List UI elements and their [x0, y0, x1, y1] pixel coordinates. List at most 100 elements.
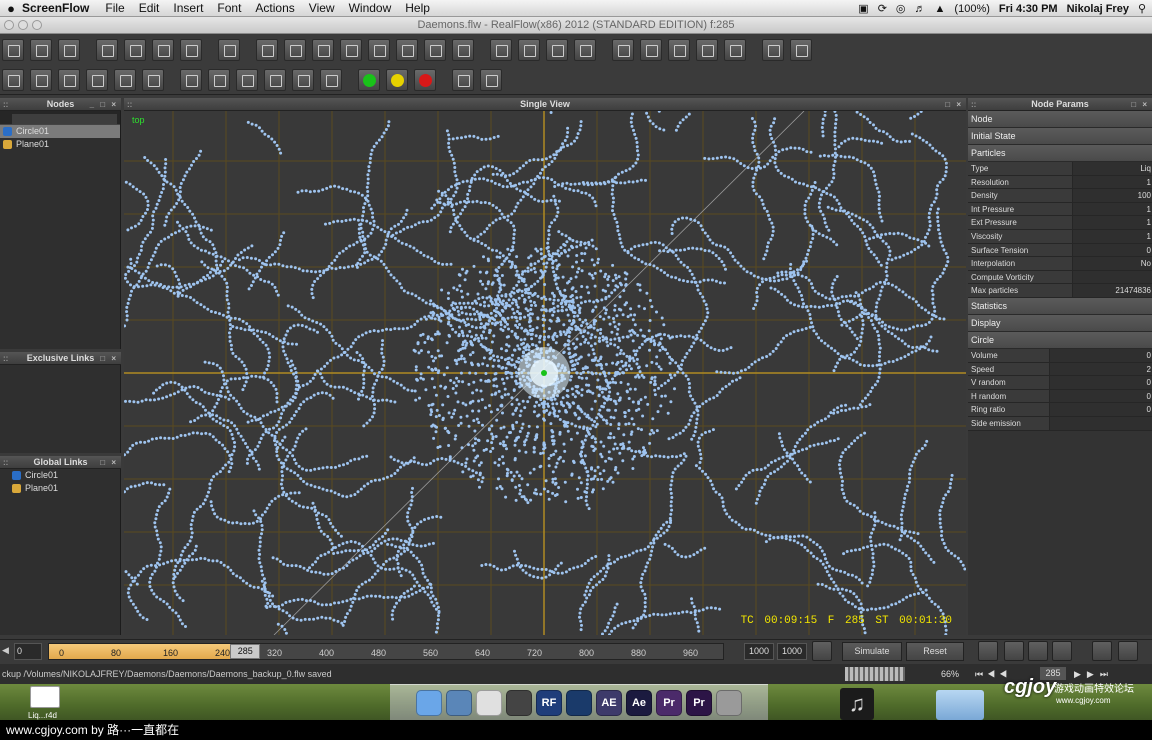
clock[interactable]: Fri 4:30 PM — [999, 3, 1058, 15]
yellow-light-icon[interactable] — [386, 68, 408, 91]
user-menu[interactable]: Nikolaj Frey — [1067, 3, 1129, 15]
particle — [213, 405, 217, 409]
menu-window[interactable]: Window — [349, 1, 392, 15]
panel-controls[interactable]: □ × — [100, 352, 118, 365]
view-box-button[interactable] — [790, 39, 812, 61]
particle — [292, 324, 296, 328]
close-window-button[interactable] — [4, 20, 14, 30]
viewport-3d[interactable]: top TC 00:09:15 F 285 ST 00:01:30 — [124, 111, 966, 635]
view-cube-button[interactable] — [762, 39, 784, 61]
camera-icon[interactable]: ▣ — [858, 2, 868, 15]
menu-help[interactable]: Help — [405, 1, 430, 15]
particle — [269, 410, 273, 414]
film-button[interactable] — [30, 68, 52, 91]
new-file-button[interactable] — [2, 39, 24, 61]
particle — [552, 338, 555, 342]
wifi-icon[interactable]: ▲ — [935, 3, 946, 15]
particle — [830, 304, 834, 307]
layout-4-button[interactable] — [696, 39, 718, 61]
minimize-window-button[interactable] — [18, 20, 28, 30]
particle — [418, 589, 422, 593]
particle — [569, 299, 573, 303]
add-daemon-button[interactable] — [312, 39, 334, 61]
global-link-plane01[interactable]: Plane01 — [0, 482, 120, 495]
clipboard-button[interactable] — [58, 68, 80, 91]
add-container-button[interactable] — [452, 39, 474, 61]
global-link-circle01[interactable]: Circle01 — [0, 469, 120, 482]
viewport-header[interactable]: :: Single View □ × — [124, 98, 966, 111]
particle — [808, 538, 812, 542]
apple-menu-icon[interactable]: ● — [0, 1, 22, 16]
rotate-tool-button[interactable] — [152, 39, 174, 61]
particle-canvas[interactable] — [124, 111, 966, 635]
open-file-button[interactable] — [30, 39, 52, 61]
particle — [782, 462, 786, 466]
menu-edit[interactable]: Edit — [139, 1, 160, 15]
particle — [250, 122, 254, 126]
layout-2-button[interactable] — [640, 39, 662, 61]
green-light-icon[interactable] — [358, 68, 380, 91]
hourglass-icon[interactable] — [142, 68, 164, 91]
particle — [625, 390, 629, 394]
shade-box-button[interactable] — [236, 68, 258, 91]
globe-icon[interactable]: ◎ — [896, 2, 906, 15]
particle — [144, 195, 148, 199]
add-object-button[interactable] — [256, 39, 278, 61]
move-tool-button[interactable] — [124, 39, 146, 61]
battery-indicator[interactable]: (100%) — [954, 3, 989, 15]
gear-icon[interactable] — [114, 68, 136, 91]
menu-insert[interactable]: Insert — [173, 1, 203, 15]
axis-tool-button[interactable] — [218, 39, 240, 61]
scale-tool-button[interactable] — [180, 39, 202, 61]
grid-toggle-button[interactable] — [180, 68, 202, 91]
shade-flat-button[interactable] — [292, 68, 314, 91]
add-mesh-button[interactable] — [368, 39, 390, 61]
particle — [208, 486, 212, 490]
red-light-icon[interactable] — [414, 68, 436, 91]
menu-view[interactable]: View — [309, 1, 335, 15]
particle — [887, 245, 891, 249]
script-button[interactable] — [490, 39, 512, 61]
node-circle01[interactable]: Circle01 — [0, 125, 120, 138]
layout-5-button[interactable] — [724, 39, 746, 61]
particles-view-button[interactable] — [2, 68, 24, 91]
add-emitter-button[interactable] — [284, 39, 306, 61]
particle — [711, 157, 715, 161]
save-file-button[interactable] — [58, 39, 80, 61]
app-menu[interactable]: ScreenFlow — [22, 1, 89, 15]
shade-wire-button[interactable] — [264, 68, 286, 91]
spotlight-icon[interactable]: ⚲ — [1138, 2, 1146, 15]
volume-icon[interactable]: ♬ — [915, 3, 926, 15]
add-wave-button[interactable] — [424, 39, 446, 61]
nodes-filter[interactable] — [0, 111, 120, 125]
particle — [159, 239, 163, 243]
select-tool-button[interactable] — [96, 39, 118, 61]
sync-icon[interactable]: ⟳ — [878, 2, 887, 15]
add-cube-button[interactable] — [340, 39, 362, 61]
dots-button[interactable] — [86, 68, 108, 91]
particle — [526, 501, 530, 505]
panel-controls[interactable]: □ × — [945, 98, 963, 111]
menu-font[interactable]: Font — [217, 1, 241, 15]
global-links-header[interactable]: :: Global Links □ × — [0, 456, 121, 469]
render-button[interactable] — [574, 39, 596, 61]
graph-button[interactable] — [546, 39, 568, 61]
layout-3-button[interactable] — [668, 39, 690, 61]
node-plane01[interactable]: Plane01 — [0, 138, 120, 151]
particle — [648, 119, 652, 123]
batch-button[interactable] — [518, 39, 540, 61]
panel-controls[interactable]: □ × — [100, 456, 118, 469]
nodes-panel-header[interactable]: :: Nodes _ □ × — [0, 98, 121, 111]
particle — [624, 277, 628, 281]
export-button[interactable] — [452, 68, 474, 91]
menu-actions[interactable]: Actions — [255, 1, 294, 15]
exclusive-links-header[interactable]: :: Exclusive Links □ × — [0, 352, 121, 365]
bbox-toggle-button[interactable] — [208, 68, 230, 91]
shade-smooth-button[interactable] — [320, 68, 342, 91]
export-cancel-button[interactable] — [480, 68, 502, 91]
panel-controls[interactable]: _ □ × — [90, 98, 118, 111]
layout-1-button[interactable] — [612, 39, 634, 61]
zoom-window-button[interactable] — [32, 20, 42, 30]
add-camera-button[interactable] — [396, 39, 418, 61]
menu-file[interactable]: File — [105, 1, 124, 15]
